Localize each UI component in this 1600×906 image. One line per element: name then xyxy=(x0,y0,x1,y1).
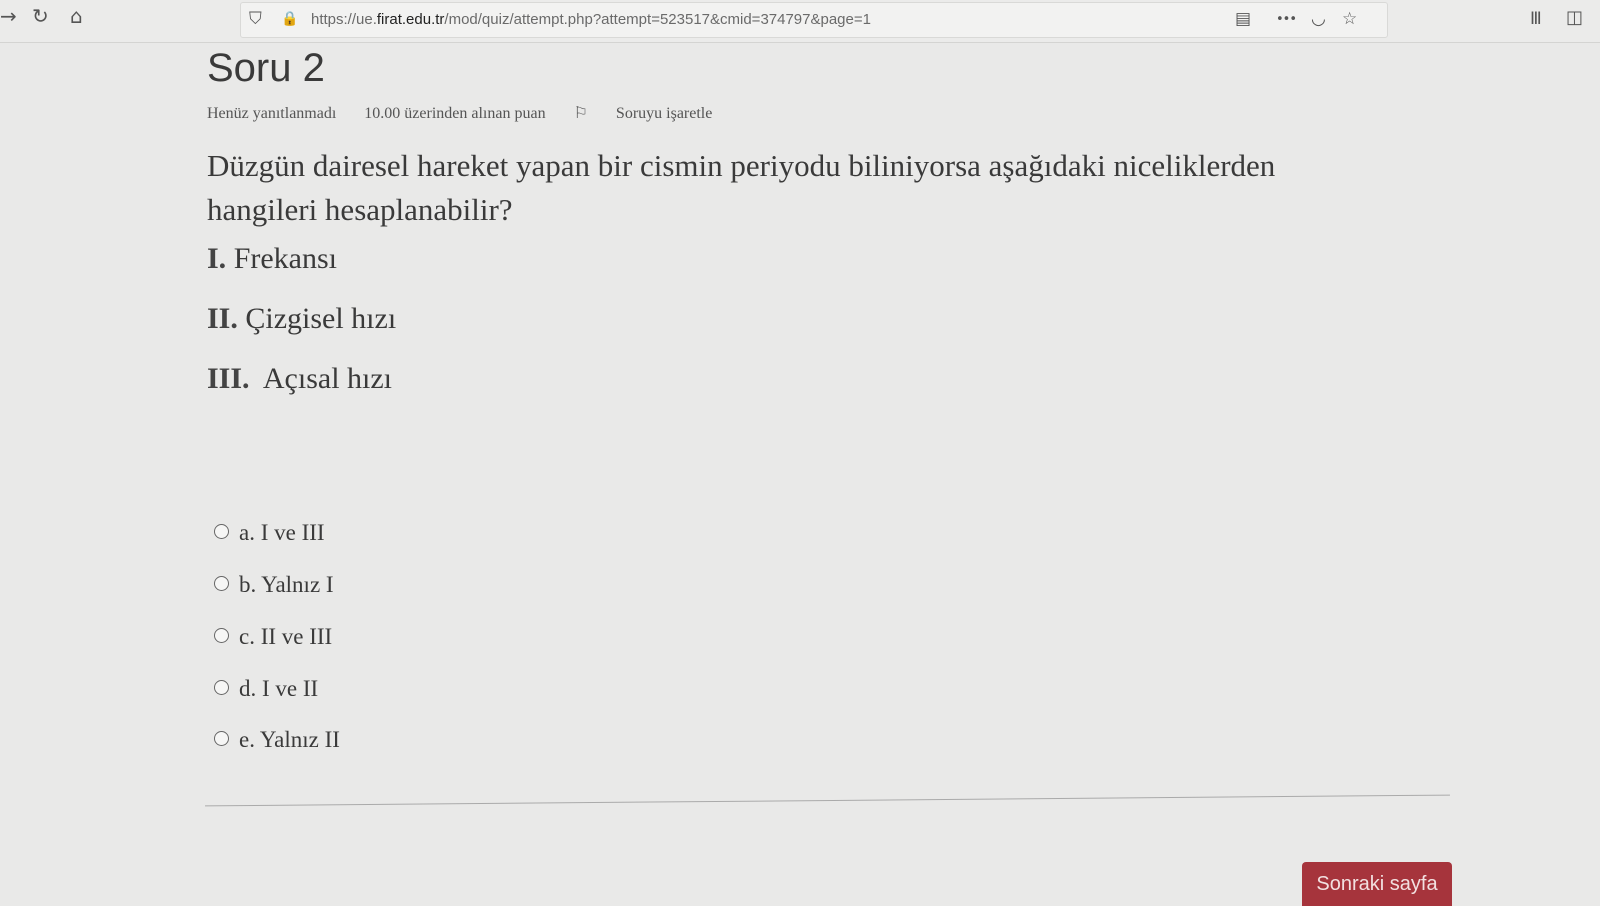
answer-option-e[interactable]: e. Yalnız II xyxy=(214,727,340,753)
url-prefix: https://ue. xyxy=(311,11,377,28)
question-grade: 10.00 üzerinden alınan puan xyxy=(364,105,546,122)
answer-option-d[interactable]: d. I ve II xyxy=(214,676,318,702)
answer-label: b. Yalnız I xyxy=(239,572,334,597)
reader-view-icon[interactable]: ▤ xyxy=(1235,9,1251,29)
quiz-page: Soru 2 Henüz yanıtlanmadı 10.00 üzerinde… xyxy=(0,42,1600,906)
statement-label: Çizgisel hızı xyxy=(245,302,397,335)
flag-question-link[interactable]: ⚐ Soruyu işaretle xyxy=(574,105,737,122)
statement-number: I. xyxy=(207,242,227,275)
lock-icon[interactable]: 🔒 xyxy=(281,11,298,27)
answer-option-a[interactable]: a. I ve III xyxy=(214,520,325,546)
shield-icon[interactable]: ⛉ xyxy=(249,9,262,29)
address-bar[interactable]: ⛉ 🔒 https://ue.firat.edu.tr/mod/quiz/att… xyxy=(240,2,1388,38)
library-icon[interactable]: Ⅲ xyxy=(1530,7,1542,31)
answer-option-c[interactable]: c. II ve III xyxy=(214,624,332,650)
flag-icon: ⚐ xyxy=(573,105,588,122)
url-path: /mod/quiz/attempt.php?attempt=523517&cmi… xyxy=(444,11,871,28)
question-title: Soru 2 xyxy=(207,46,325,90)
answer-label: a. I ve III xyxy=(239,520,325,545)
url-text[interactable]: https://ue.firat.edu.tr/mod/quiz/attempt… xyxy=(311,11,871,28)
reload-icon[interactable]: ↻ xyxy=(32,4,49,28)
question-status: Henüz yanıtlanmadı xyxy=(207,105,337,122)
statement-number: III. xyxy=(207,362,250,395)
radio-button[interactable] xyxy=(214,680,229,695)
statement-item: I. Frekansı xyxy=(207,242,337,276)
more-actions-icon[interactable]: ••• xyxy=(1276,12,1297,27)
answer-label: d. I ve II xyxy=(239,676,319,701)
question-text: Düzgün dairesel hareket yapan bir cismin… xyxy=(207,148,1276,227)
forward-icon[interactable]: → xyxy=(0,4,17,28)
radio-button[interactable] xyxy=(214,731,229,746)
browser-toolbar: → ↻ ⌂ ⛉ 🔒 https://ue.firat.edu.tr/mod/qu… xyxy=(0,0,1600,43)
next-page-button[interactable]: Sonraki sayfa xyxy=(1302,862,1452,906)
statement-item: III. Açısal hızı xyxy=(207,362,392,396)
answer-option-b[interactable]: b. Yalnız I xyxy=(214,572,334,598)
statement-number: II. xyxy=(207,302,238,335)
question-info: Henüz yanıtlanmadı 10.00 üzerinden alına… xyxy=(207,103,760,123)
bookmark-star-icon[interactable]: ☆ xyxy=(1342,9,1357,29)
sidebar-icon[interactable]: ◫ xyxy=(1566,6,1583,30)
radio-button[interactable] xyxy=(214,576,229,591)
statement-label: Açısal hızı xyxy=(262,362,393,395)
pocket-icon[interactable]: ◡ xyxy=(1311,9,1326,29)
radio-button[interactable] xyxy=(214,524,229,539)
divider xyxy=(205,794,1450,807)
statement-item: II. Çizgisel hızı xyxy=(207,302,396,336)
home-icon[interactable]: ⌂ xyxy=(70,4,83,28)
url-host: firat.edu.tr xyxy=(376,11,445,28)
statement-label: Frekansı xyxy=(233,242,338,275)
radio-button[interactable] xyxy=(214,628,229,643)
answer-label: c. II ve III xyxy=(239,624,333,649)
flag-question-label: Soruyu işaretle xyxy=(615,105,713,122)
answer-label: e. Yalnız II xyxy=(239,727,340,752)
